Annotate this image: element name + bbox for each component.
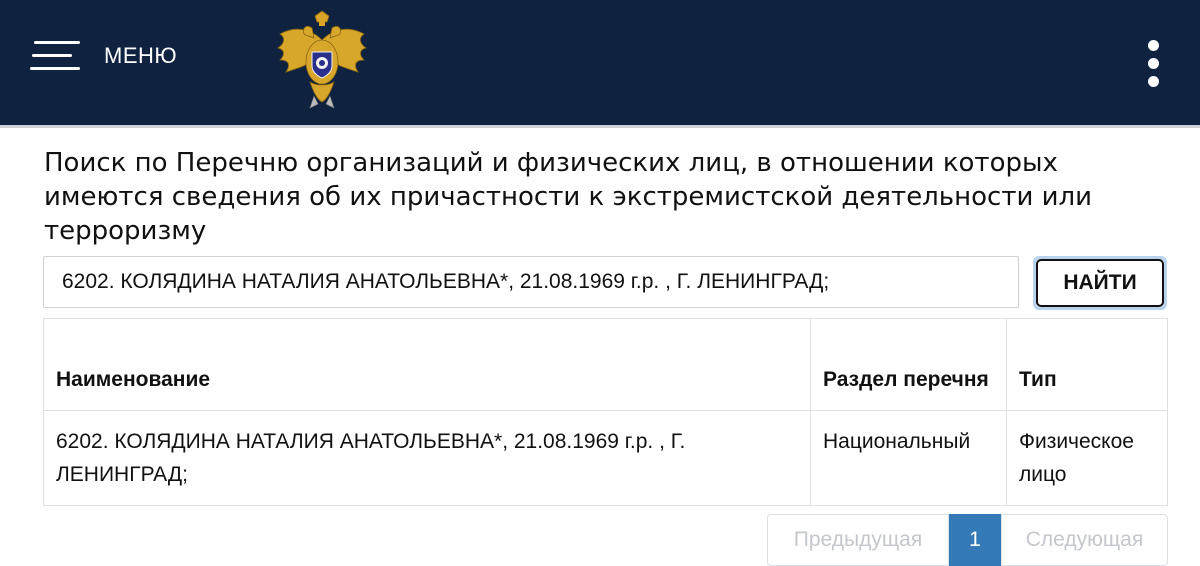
pagination-previous-button[interactable]: Предыдущая (767, 514, 949, 566)
hamburger-icon (28, 39, 82, 73)
search-button[interactable]: НАЙТИ (1033, 256, 1167, 310)
table-header-row: Наименование Раздел перечня Тип (43, 318, 1168, 411)
menu-label: МЕНЮ (104, 43, 178, 68)
column-header-section: Раздел перечня (810, 318, 1007, 411)
menu-button[interactable]: МЕНЮ (28, 38, 177, 74)
top-navigation-bar: МЕНЮ (0, 0, 1200, 128)
pagination-current-page[interactable]: 1 (949, 514, 1001, 566)
cell-section: Национальный (810, 410, 1007, 506)
search-button-label: НАЙТИ (1036, 259, 1164, 307)
column-header-type: Тип (1006, 318, 1168, 411)
cell-name: 6202. КОЛЯДИНА НАТАЛИЯ АНАТОЛЬЕВНА*, 21.… (43, 410, 811, 506)
page-title: Поиск по Перечню организаций и физически… (44, 148, 1093, 246)
results-table: Наименование Раздел перечня Тип 6202. КО… (43, 318, 1168, 506)
cell-type: Физическое лицо (1006, 410, 1168, 506)
column-header-name: Наименование (43, 318, 811, 411)
double-headed-eagle-emblem[interactable] (272, 10, 372, 114)
pagination: Предыдущая 1 Следующая (767, 514, 1168, 566)
table-row: 6202. КОЛЯДИНА НАТАЛИЯ АНАТОЛЬЕВНА*, 21.… (43, 410, 1168, 506)
pagination-next-button[interactable]: Следующая (1001, 514, 1168, 566)
kebab-menu-icon[interactable] (1138, 36, 1170, 92)
search-input[interactable] (43, 256, 1019, 308)
